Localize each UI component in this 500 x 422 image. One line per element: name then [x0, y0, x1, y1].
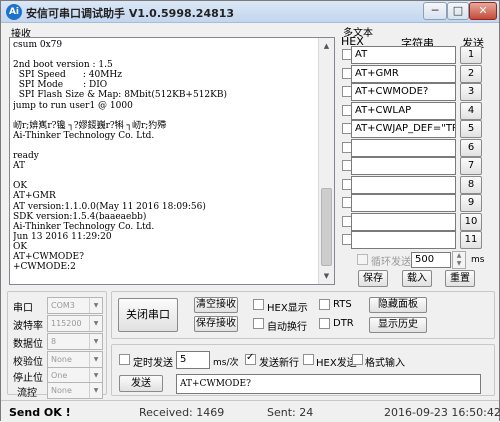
multi-string-input[interactable]: AT+CWJAP_DEF="TP_4C	[351, 120, 456, 138]
multi-string-input[interactable]	[351, 212, 456, 231]
chevron-down-icon: ▼	[89, 298, 102, 313]
scroll-thumb[interactable]	[321, 188, 332, 266]
multi-send-button[interactable]: 7	[460, 157, 482, 175]
multi-send-button[interactable]: 10	[460, 212, 482, 231]
multi-send-button[interactable]: 6	[460, 138, 482, 157]
port-select[interactable]: COM3 ▼	[47, 297, 103, 314]
multi-send-button[interactable]: 4	[460, 101, 482, 120]
rts-label: RTS	[333, 299, 352, 310]
timed-send-checkbox[interactable]	[119, 354, 130, 365]
show-history-button[interactable]: 显示历史	[369, 317, 427, 333]
load-multitext-button[interactable]: 载入	[402, 270, 432, 287]
flow-select[interactable]: None ▼	[47, 382, 103, 399]
hex-send-label: HEX发送	[316, 358, 357, 369]
scroll-down-arrow-icon[interactable]: ▼	[319, 268, 334, 284]
flow-value: None	[51, 386, 72, 395]
parity-label: 校验位	[13, 357, 43, 368]
app-window: Ai 安信可串口调试助手 V1.0.5998.24813 ─ □ ✕ 接收 cs…	[0, 0, 500, 422]
dtr-checkbox[interactable]	[319, 318, 330, 329]
multi-send-button[interactable]: 8	[460, 175, 482, 194]
send-button[interactable]: 发送	[119, 375, 163, 392]
auto-newline-label: 自动换行	[267, 322, 307, 333]
title-bar: Ai 安信可串口调试助手 V1.0.5998.24813 ─ □ ✕	[1, 1, 499, 23]
close-button[interactable]: ✕	[469, 2, 497, 20]
chevron-down-icon: ▼	[89, 383, 102, 398]
loop-unit-label: ms	[471, 255, 485, 265]
flow-label: 流控	[17, 388, 37, 399]
loop-interval-input[interactable]: 500	[411, 252, 451, 268]
multi-string-input[interactable]: AT+GMR	[351, 64, 456, 83]
multi-string-input[interactable]: AT+CWLAP	[351, 101, 456, 120]
save-multitext-button[interactable]: 保存	[358, 270, 388, 287]
timed-send-label: 定时发送	[133, 358, 173, 369]
baud-value: 115200	[51, 319, 82, 328]
minimize-button[interactable]: ─	[423, 2, 447, 20]
chevron-down-icon: ▼	[89, 368, 102, 383]
interval-unit-label: ms/次	[213, 358, 239, 368]
loop-interval-spinner[interactable]: ▲ ▼	[452, 251, 466, 269]
hide-panel-button[interactable]: 隐藏面板	[369, 297, 427, 313]
loop-send-label: 循环发送	[371, 257, 411, 268]
interval-input[interactable]: 5	[176, 351, 210, 369]
close-port-button[interactable]: 关闭串口	[118, 298, 178, 332]
multi-string-input[interactable]	[351, 138, 456, 157]
baud-label: 波特率	[13, 321, 43, 332]
format-input-checkbox[interactable]	[352, 354, 363, 365]
baud-select[interactable]: 115200 ▼	[47, 315, 103, 332]
databits-value: 8	[51, 337, 57, 346]
stopbits-label: 停止位	[13, 373, 43, 384]
send-newline-checkbox[interactable]	[245, 352, 256, 365]
multi-string-input[interactable]	[351, 157, 456, 175]
format-input-label: 格式输入	[365, 358, 405, 369]
multi-send-button[interactable]: 1	[460, 46, 482, 64]
rts-checkbox[interactable]	[319, 299, 330, 310]
chevron-down-icon: ▼	[89, 334, 102, 349]
hex-display-checkbox[interactable]	[253, 299, 264, 310]
stopbits-value: One	[51, 371, 68, 380]
port-value: COM3	[51, 301, 75, 310]
multi-string-input[interactable]	[351, 175, 456, 194]
loop-send-checkbox[interactable]	[357, 254, 368, 265]
hex-display-label: HEX显示	[267, 303, 308, 314]
save-receive-button[interactable]: 保存接收	[194, 316, 238, 332]
chevron-down-icon: ▼	[89, 316, 102, 331]
port-label: 串口	[13, 303, 33, 314]
maximize-button[interactable]: □	[447, 2, 469, 20]
reset-multitext-button[interactable]: 重置	[445, 270, 475, 287]
multi-string-input[interactable]	[351, 194, 456, 212]
parity-select[interactable]: None ▼	[47, 351, 103, 368]
dtr-label: DTR	[333, 318, 354, 329]
auto-newline-checkbox[interactable]	[253, 318, 264, 329]
status-message: Send OK !	[9, 406, 71, 419]
multi-string-input[interactable]	[351, 231, 456, 249]
send-input[interactable]: AT+CWMODE?	[176, 374, 481, 394]
send-newline-label: 发送新行	[259, 358, 299, 369]
multi-send-button[interactable]: 3	[460, 83, 482, 101]
multi-send-button[interactable]: 11	[460, 231, 482, 249]
scroll-up-arrow-icon[interactable]: ▲	[319, 38, 334, 54]
receive-textarea[interactable]: csum 0x79 2nd boot version : 1.5 SPI Spe…	[9, 37, 335, 285]
clear-receive-button[interactable]: 清空接收	[194, 297, 238, 313]
receive-scrollbar[interactable]: ▲ ▼	[318, 38, 334, 284]
multi-send-button[interactable]: 5	[460, 120, 482, 138]
hex-send-checkbox[interactable]	[303, 354, 314, 365]
sent-count: Sent: 24	[267, 406, 314, 419]
chevron-down-icon: ▼	[89, 352, 102, 367]
multi-send-button[interactable]: 2	[460, 64, 482, 83]
multi-send-button[interactable]: 9	[460, 194, 482, 212]
window-title: 安信可串口调试助手 V1.0.5998.24813	[26, 7, 235, 20]
status-bar: Send OK ! Received: 1469 Sent: 24 2016-0…	[1, 400, 500, 422]
multi-string-input[interactable]: AT+CWMODE?	[351, 83, 456, 101]
parity-value: None	[51, 355, 72, 364]
databits-select[interactable]: 8 ▼	[47, 333, 103, 350]
datetime: 2016-09-23 16:50:42	[384, 406, 500, 419]
received-count: Received: 1469	[139, 406, 225, 419]
receive-text: csum 0x79 2nd boot version : 1.5 SPI Spe…	[13, 40, 227, 273]
multi-string-input[interactable]: AT	[351, 46, 456, 64]
app-logo-icon: Ai	[6, 4, 22, 20]
databits-label: 数据位	[13, 339, 43, 350]
